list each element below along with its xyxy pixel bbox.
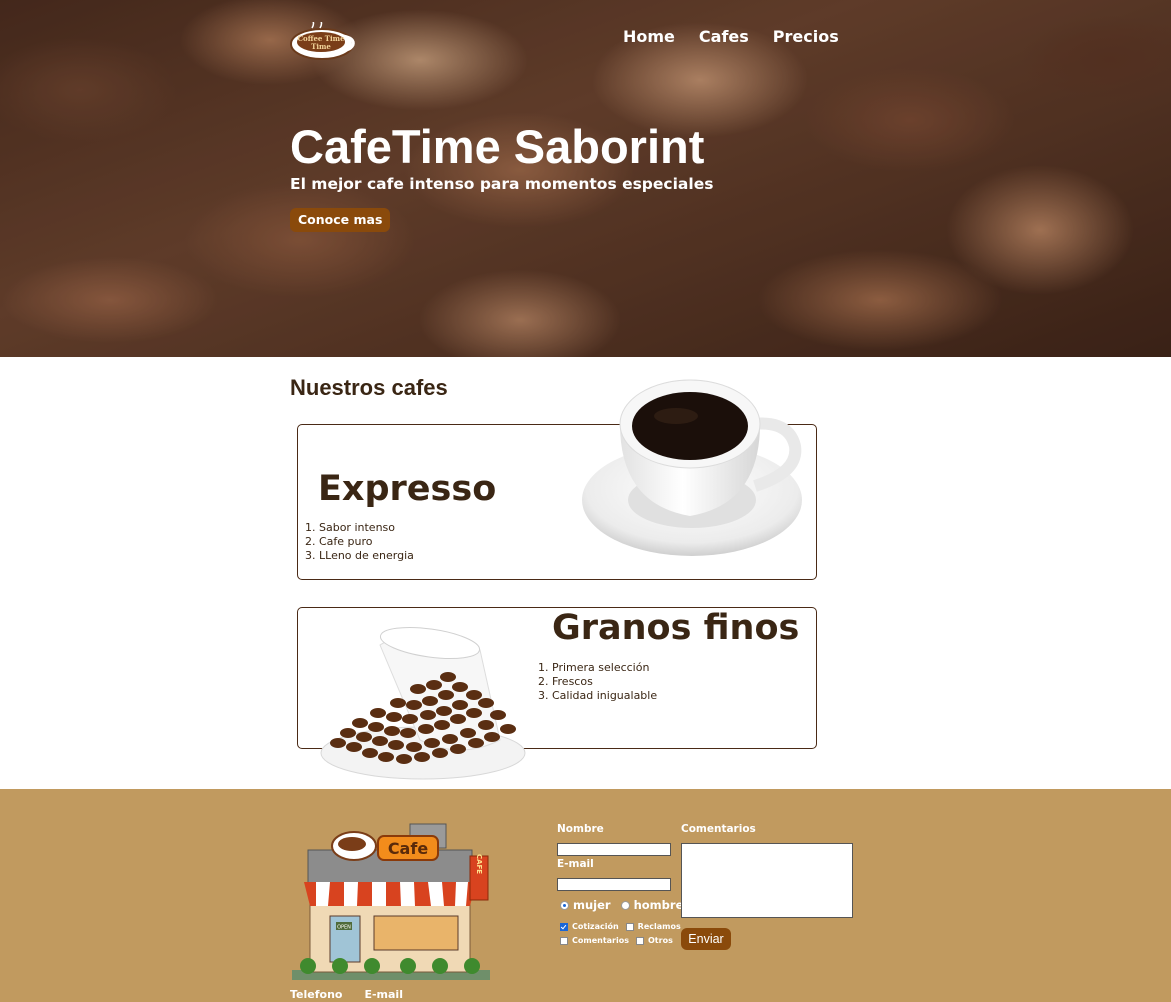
comentarios-label: Comentarios: [681, 823, 756, 835]
section-title-cafes: Nuestros cafes: [290, 375, 448, 400]
list-item: Sabor intenso: [319, 521, 414, 535]
checkbox-label-reclamos: Reclamos: [637, 922, 681, 931]
nombre-input[interactable]: [557, 843, 671, 856]
topic-checkbox-row-1: Cotización Reclamos: [560, 922, 681, 931]
svg-text:Time: Time: [311, 42, 331, 51]
radio-mujer[interactable]: [560, 900, 569, 910]
coffee-time-logo[interactable]: Coffee Time Time: [290, 22, 358, 62]
shop-sign: Cafe: [388, 839, 429, 858]
list-item: Cafe puro: [319, 535, 414, 549]
shop-door-sign: OPEN: [337, 925, 351, 931]
checkbox-label-cotizacion: Cotización: [572, 922, 619, 931]
checkbox-comentarios[interactable]: [560, 936, 568, 945]
list-item: LLeno de energia: [319, 549, 414, 563]
nav-link-precios[interactable]: Precios: [773, 26, 839, 48]
enviar-button[interactable]: Enviar: [681, 928, 731, 950]
gender-radio-group: mujer hombre: [560, 898, 683, 912]
nav-link-home[interactable]: Home: [623, 26, 675, 48]
email-contact-label: E-mail: [364, 988, 403, 1001]
cafe-shop-image: OPEN Cafe CAFE: [292, 823, 490, 980]
radio-hombre[interactable]: [620, 900, 630, 910]
coffee-cup-image: [582, 379, 802, 556]
checkbox-cotizacion[interactable]: [560, 922, 568, 931]
checkbox-label-otros: Otros: [648, 936, 673, 945]
nav-link-cafes[interactable]: Cafes: [699, 26, 749, 48]
conoce-mas-button[interactable]: Conoce mas: [290, 208, 391, 232]
card-title: Expresso: [318, 469, 497, 509]
checkbox-label-comentarios: Comentarios: [572, 936, 629, 945]
email-label: E-mail: [557, 858, 594, 870]
checkbox-reclamos[interactable]: [625, 922, 634, 931]
shop-side-sign: CAFE: [475, 854, 483, 874]
radio-label-mujer: mujer: [573, 898, 611, 912]
list-item: Primera selección: [552, 661, 657, 675]
hero-subtitle: El mejor cafe intenso para momentos espe…: [290, 175, 714, 193]
hero-banner: Coffee Time Time Home Cafes Precios Cafe…: [0, 0, 1171, 357]
main-nav: Home Cafes Precios: [623, 26, 839, 48]
nombre-label: Nombre: [557, 823, 604, 835]
footer-contact: Telefono E-mail: [290, 988, 403, 1001]
list-item: Frescos: [552, 675, 657, 689]
comentarios-textarea[interactable]: [681, 843, 853, 918]
checkbox-otros[interactable]: [636, 936, 644, 945]
coffee-beans-cup-image: [320, 626, 526, 780]
email-input[interactable]: [557, 878, 671, 891]
topic-checkbox-row-2: Comentarios Otros: [560, 936, 673, 945]
radio-label-hombre: hombre: [633, 898, 684, 912]
card-feature-list: Sabor intenso Cafe puro LLeno de energia: [298, 521, 414, 563]
footer: [0, 789, 1171, 1002]
list-item: Calidad inigualable: [552, 689, 657, 703]
phone-label: Telefono: [290, 988, 343, 1001]
card-feature-list: Primera selección Frescos Calidad inigua…: [531, 661, 657, 703]
hero-title: CafeTime Saborint: [290, 120, 705, 173]
card-title: Granos finos: [552, 608, 800, 648]
